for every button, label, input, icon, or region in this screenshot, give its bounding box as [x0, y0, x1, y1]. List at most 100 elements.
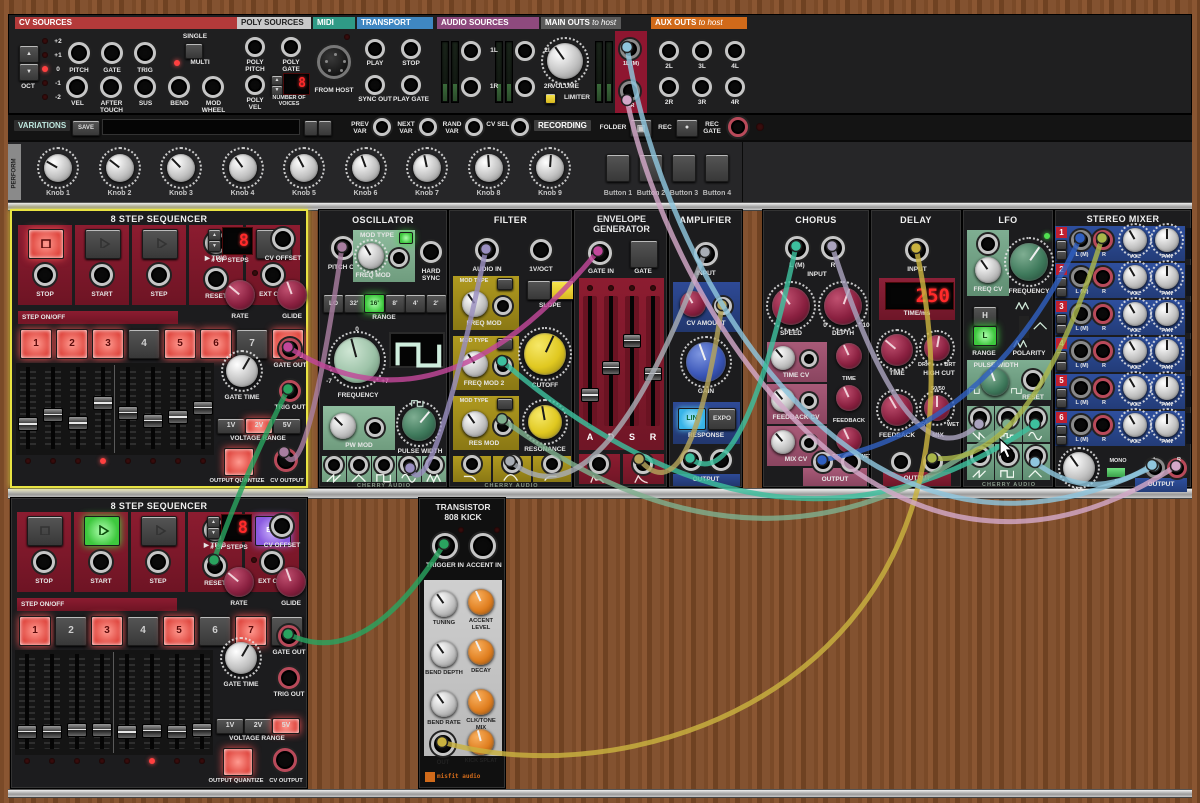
seq1-slider-3[interactable]: [70, 367, 86, 449]
filter-1voct-jack[interactable]: [530, 239, 552, 261]
seq2-reset-jack[interactable]: [204, 555, 226, 577]
seq2-step-button-5[interactable]: 5: [163, 616, 195, 646]
kick-trigger-in-jack[interactable]: [432, 533, 458, 559]
seq1-cv-offset-jack[interactable]: [272, 228, 294, 250]
oct-down-button[interactable]: ▼: [19, 63, 39, 81]
mixer-ch5-l-jack[interactable]: [1071, 378, 1091, 398]
filter-modtype-button[interactable]: [497, 278, 513, 290]
osc-hardsync-jack[interactable]: [420, 241, 442, 263]
seq1-output-quantize-button[interactable]: [224, 448, 254, 476]
seq2-gate-out-jack[interactable]: [278, 625, 300, 647]
perform-button-4[interactable]: [705, 154, 729, 182]
slider-handle[interactable]: [644, 367, 662, 381]
seq1-gate-out-jack[interactable]: [279, 338, 301, 360]
variation-name-field[interactable]: [102, 119, 300, 135]
perform-knob-2[interactable]: [106, 154, 134, 182]
perform-knob-7[interactable]: [413, 154, 441, 182]
osc-modtype-button[interactable]: [399, 232, 413, 244]
lfo-freqcv-knob[interactable]: [975, 257, 1001, 283]
seq1-start-jack[interactable]: [91, 264, 113, 286]
seq2-trig-out-jack[interactable]: [278, 667, 300, 689]
seq2-step-button[interactable]: [141, 516, 177, 546]
transport-play-gate-jack[interactable]: [401, 75, 421, 95]
seq1-step-button-1[interactable]: 1: [20, 329, 52, 359]
oct-up-button[interactable]: ▲: [19, 45, 39, 63]
seq1-slider-6[interactable]: [145, 367, 161, 449]
seq1-slider-5[interactable]: [120, 367, 136, 449]
seq2-slider-4[interactable]: [94, 654, 110, 749]
variation-cv-sel-jack[interactable]: [511, 118, 529, 136]
perform-button-3[interactable]: [672, 154, 696, 182]
cv-pitch-jack[interactable]: [68, 42, 90, 64]
slider-handle[interactable]: [68, 416, 88, 430]
kick-out-jack[interactable]: [431, 732, 455, 756]
perform-knob-4[interactable]: [229, 154, 257, 182]
chorus-in-l-jack[interactable]: [785, 236, 809, 260]
slider-handle[interactable]: [92, 723, 112, 737]
slider-handle[interactable]: [167, 725, 187, 739]
seq2-slider-1[interactable]: [19, 654, 35, 749]
env-gate-in-jack[interactable]: [588, 241, 612, 265]
filter-freqmod-knob[interactable]: [462, 291, 488, 317]
seq2-slider-2[interactable]: [44, 654, 60, 749]
mixer-ch4-solo-button[interactable]: [1056, 361, 1067, 371]
lfo-freqcv-jack[interactable]: [978, 234, 998, 254]
transport-sync-out-jack[interactable]: [365, 75, 385, 95]
kick-decay-knob[interactable]: [468, 639, 494, 665]
aux-out-2r-jack[interactable]: [659, 77, 679, 97]
limiter-button[interactable]: [545, 93, 556, 104]
amp-expo-button[interactable]: EXPO: [708, 408, 736, 430]
osc-out-sine-jack[interactable]: [400, 456, 418, 474]
aux-out-3r-jack[interactable]: [692, 77, 712, 97]
chorus-time-cv-jack[interactable]: [801, 351, 817, 367]
kick-clk-tone-mix-knob[interactable]: [468, 689, 494, 715]
slider-handle[interactable]: [193, 401, 213, 415]
aux-out-3l-jack[interactable]: [692, 41, 712, 61]
seq2-cv-offset-jack[interactable]: [271, 515, 293, 537]
mixer-ch4-mute-button[interactable]: [1056, 351, 1067, 361]
perform-knob-5[interactable]: [290, 154, 318, 182]
osc-range-1-button[interactable]: 32': [344, 294, 365, 313]
seq1-start-button[interactable]: [85, 229, 121, 259]
seq1-slider-8[interactable]: [195, 367, 211, 449]
mixer-ch1-solo-button[interactable]: [1056, 250, 1067, 260]
slider-handle[interactable]: [168, 410, 188, 424]
filter-audio-in-jack[interactable]: [475, 238, 499, 262]
seq1-range-1v-button[interactable]: 1V: [217, 418, 245, 434]
delay-out-plus-jack[interactable]: [923, 452, 943, 472]
chorus-mix-cv-knob[interactable]: [771, 430, 795, 454]
mixer-ch1-mute-button[interactable]: [1056, 240, 1067, 250]
mixer-ch5-solo-button[interactable]: [1056, 398, 1067, 408]
seq2-slider-3[interactable]: [69, 654, 85, 749]
filter-out-bp-jack[interactable]: [503, 455, 521, 473]
seq1-stop-jack[interactable]: [34, 264, 56, 286]
env-slider-D[interactable]: [604, 296, 618, 426]
seq2-range-1v-button[interactable]: 1V: [216, 718, 244, 734]
slider-handle[interactable]: [67, 723, 87, 737]
lfo-out-sine-jack[interactable]: [1026, 408, 1046, 428]
variation-next-var-jack[interactable]: [419, 118, 437, 136]
seq2-cv-output-jack[interactable]: [273, 748, 297, 772]
mixer-ch1-r-jack[interactable]: [1093, 230, 1113, 250]
osc-pitch-cv-jack[interactable]: [331, 236, 355, 260]
slider-handle[interactable]: [142, 724, 162, 738]
cv-gate-jack[interactable]: [101, 42, 123, 64]
chorus-time-knob[interactable]: [836, 343, 862, 369]
seq2-glide-knob[interactable]: [276, 567, 306, 597]
seq2-start-button[interactable]: [84, 516, 120, 546]
kick-accent-level-knob[interactable]: [468, 589, 494, 615]
env-gate-button[interactable]: [630, 240, 658, 268]
aux-out-2l-jack[interactable]: [659, 41, 679, 61]
mixer-ch2-mute-button[interactable]: [1056, 277, 1067, 287]
seq2-slider-5[interactable]: [119, 654, 135, 749]
mixer-ch2-l-jack[interactable]: [1071, 267, 1091, 287]
seq2-step-button-2[interactable]: 2: [55, 616, 87, 646]
mixer-ch4-l-jack[interactable]: [1071, 341, 1091, 361]
seq1-trig-out-jack[interactable]: [279, 380, 301, 402]
audio-source-1l-jack[interactable]: [461, 41, 481, 61]
osc-out-tri-jack[interactable]: [350, 456, 368, 474]
mixer-ch2-r-jack[interactable]: [1093, 267, 1113, 287]
slider-handle[interactable]: [118, 406, 138, 420]
slider-handle[interactable]: [18, 417, 38, 431]
filter-modtype-button[interactable]: [497, 338, 513, 350]
